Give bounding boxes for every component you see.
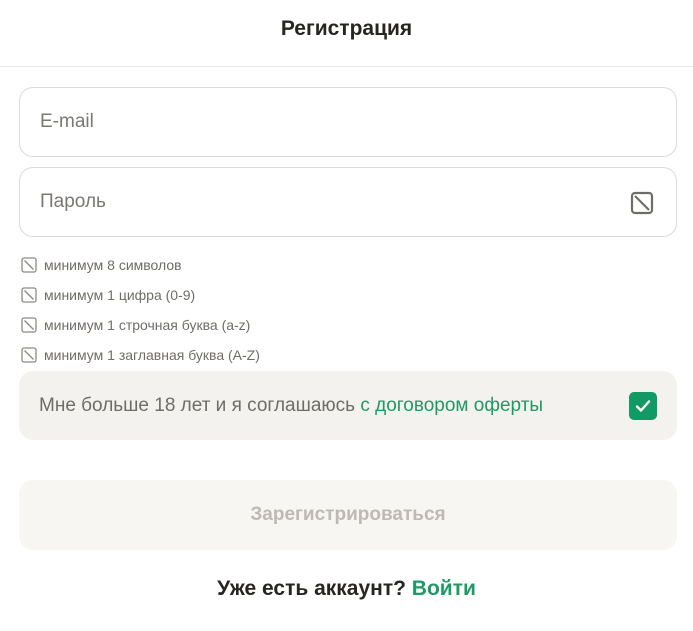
modal-header: Регистрация bbox=[0, 0, 693, 67]
password-field-wrapper[interactable] bbox=[19, 167, 677, 237]
password-rule: минимум 8 символов bbox=[21, 250, 260, 280]
password-rule: минимум 1 заглавная буква (A-Z) bbox=[21, 340, 260, 370]
rule-unmet-icon bbox=[21, 287, 37, 303]
rule-label: минимум 1 цифра (0-9) bbox=[44, 287, 196, 303]
agreement-row: Мне больше 18 лет и я соглашаюсь с догов… bbox=[19, 371, 677, 440]
agreement-text: Мне больше 18 лет и я соглашаюсь с догов… bbox=[39, 395, 629, 417]
password-rule: минимум 1 строчная буква (a-z) bbox=[21, 310, 260, 340]
agreement-label: Мне больше 18 лет и я соглашаюсь bbox=[39, 394, 361, 416]
login-question: Уже есть аккаунт? bbox=[217, 577, 412, 600]
agreement-checkbox[interactable] bbox=[629, 391, 657, 420]
rule-unmet-icon bbox=[21, 347, 37, 363]
rule-label: минимум 8 символов bbox=[44, 257, 182, 273]
email-field-wrapper[interactable] bbox=[19, 87, 677, 157]
page-title: Регистрация bbox=[280, 17, 413, 40]
password-input[interactable] bbox=[40, 191, 656, 213]
eye-off-icon[interactable] bbox=[630, 191, 654, 215]
login-link[interactable]: Войти bbox=[412, 577, 476, 600]
login-prompt: Уже есть аккаунт? Войти bbox=[0, 577, 693, 601]
password-rules: минимум 8 символов минимум 1 цифра (0-9)… bbox=[21, 250, 260, 370]
check-icon bbox=[635, 399, 651, 412]
rule-label: минимум 1 строчная буква (a-z) bbox=[44, 317, 251, 333]
rule-unmet-icon bbox=[21, 317, 37, 333]
register-button[interactable]: Зарегистрироваться bbox=[19, 480, 677, 550]
password-rule: минимум 1 цифра (0-9) bbox=[21, 280, 260, 310]
offer-link[interactable]: с договором оферты bbox=[360, 395, 543, 416]
rule-label: минимум 1 заглавная буква (A-Z) bbox=[44, 347, 260, 363]
email-input[interactable] bbox=[40, 111, 656, 133]
rule-unmet-icon bbox=[21, 257, 37, 273]
